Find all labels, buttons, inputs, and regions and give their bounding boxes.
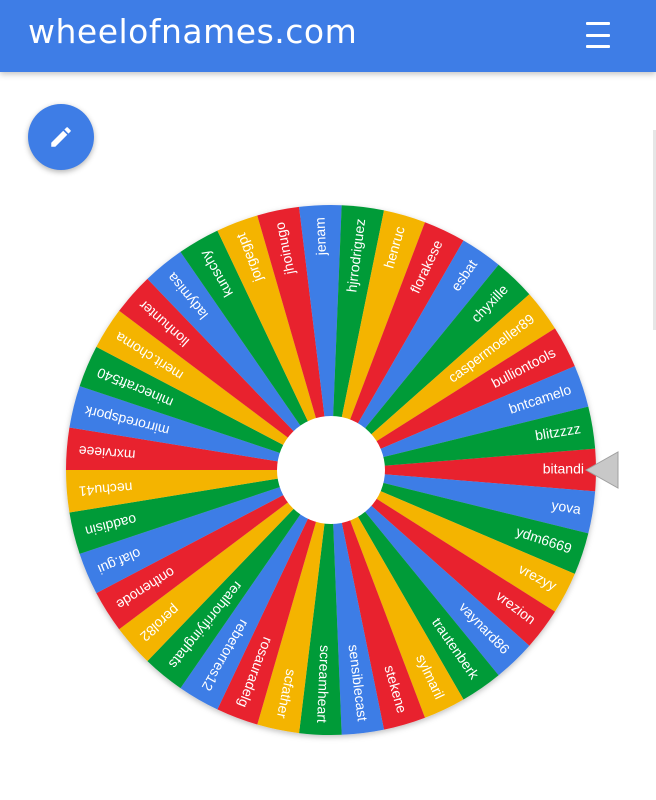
wheel-slice-label: jenam [312,217,330,257]
wheel-center-hub[interactable] [277,416,385,524]
wheel-slice-label: bitandi [543,461,584,477]
wheel-of-names[interactable]: bitandiyovaydm6669vrezyyvrezionvaynard86… [0,0,656,800]
wheel-slice-label: screamheart [314,645,333,723]
